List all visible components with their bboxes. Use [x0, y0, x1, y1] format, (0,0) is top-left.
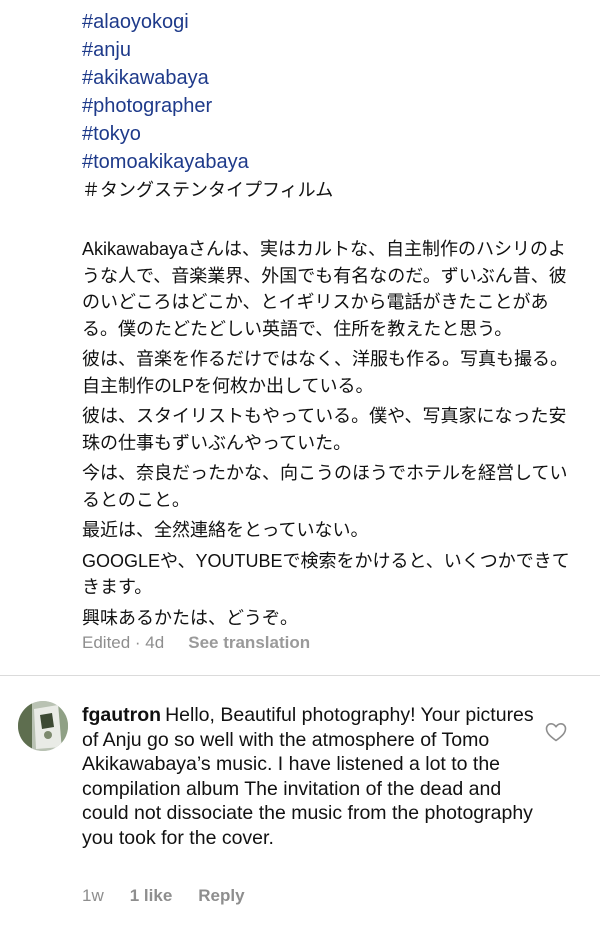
- hashtag-link[interactable]: #akikawabaya: [82, 64, 582, 92]
- comment-time: 1w: [82, 886, 104, 905]
- caption-jp-tag: ＃タングステンタイプフィルム: [82, 180, 334, 200]
- caption-meta: Edited · 4d See translation: [82, 633, 310, 653]
- user-avatar[interactable]: [18, 701, 68, 751]
- caption-paragraph: Akikawabayaさんは、実はカルトな、自主制作のハシリのような人で、音楽業…: [82, 239, 567, 339]
- hashtag-link[interactable]: #photographer: [82, 92, 582, 120]
- edited-timestamp: Edited · 4d: [82, 633, 165, 652]
- see-translation-link[interactable]: See translation: [188, 633, 310, 653]
- hashtag-link[interactable]: #alaoyokogi: [82, 8, 582, 36]
- avatar-image: [18, 701, 68, 751]
- likes-count[interactable]: 1 like: [130, 886, 173, 906]
- reply-button[interactable]: Reply: [198, 886, 244, 906]
- heart-outline-icon[interactable]: [544, 720, 568, 744]
- comment-meta: 1w 1 like Reply: [82, 886, 245, 906]
- caption-paragraph: 興味あるかたは、どうぞ。: [82, 607, 298, 628]
- caption-paragraph: 彼は、スタイリストもやっている。僕や、写真家になった安珠の仕事もずいぶんやってい…: [82, 406, 567, 453]
- caption-paragraph: 今は、奈良だったかな、向こうのほうでホテルを経営しているとのこと。: [82, 463, 568, 510]
- hashtag-link[interactable]: #tokyo: [82, 120, 582, 148]
- caption-paragraph: 彼は、音楽を作るだけではなく、洋服も作る。写真も撮る。自主制作のLPを何枚か出し…: [82, 349, 568, 396]
- divider: [0, 675, 600, 676]
- comment-body: fgautron Hello, Beautiful photography! Yo…: [82, 703, 537, 850]
- caption-paragraph: GOOGLEや、YOUTUBEで検索をかけると、いくつかできてきます。: [82, 550, 570, 598]
- caption-paragraph: 最近は、全然連絡をとっていない。: [82, 520, 369, 540]
- hashtag-link[interactable]: #tomoakikayabaya: [82, 148, 582, 176]
- post-caption: #alaoyokogi #anju #akikawabaya #photogra…: [82, 8, 582, 631]
- comment-username[interactable]: fgautron: [82, 704, 161, 726]
- hashtag-link[interactable]: #anju: [82, 36, 582, 64]
